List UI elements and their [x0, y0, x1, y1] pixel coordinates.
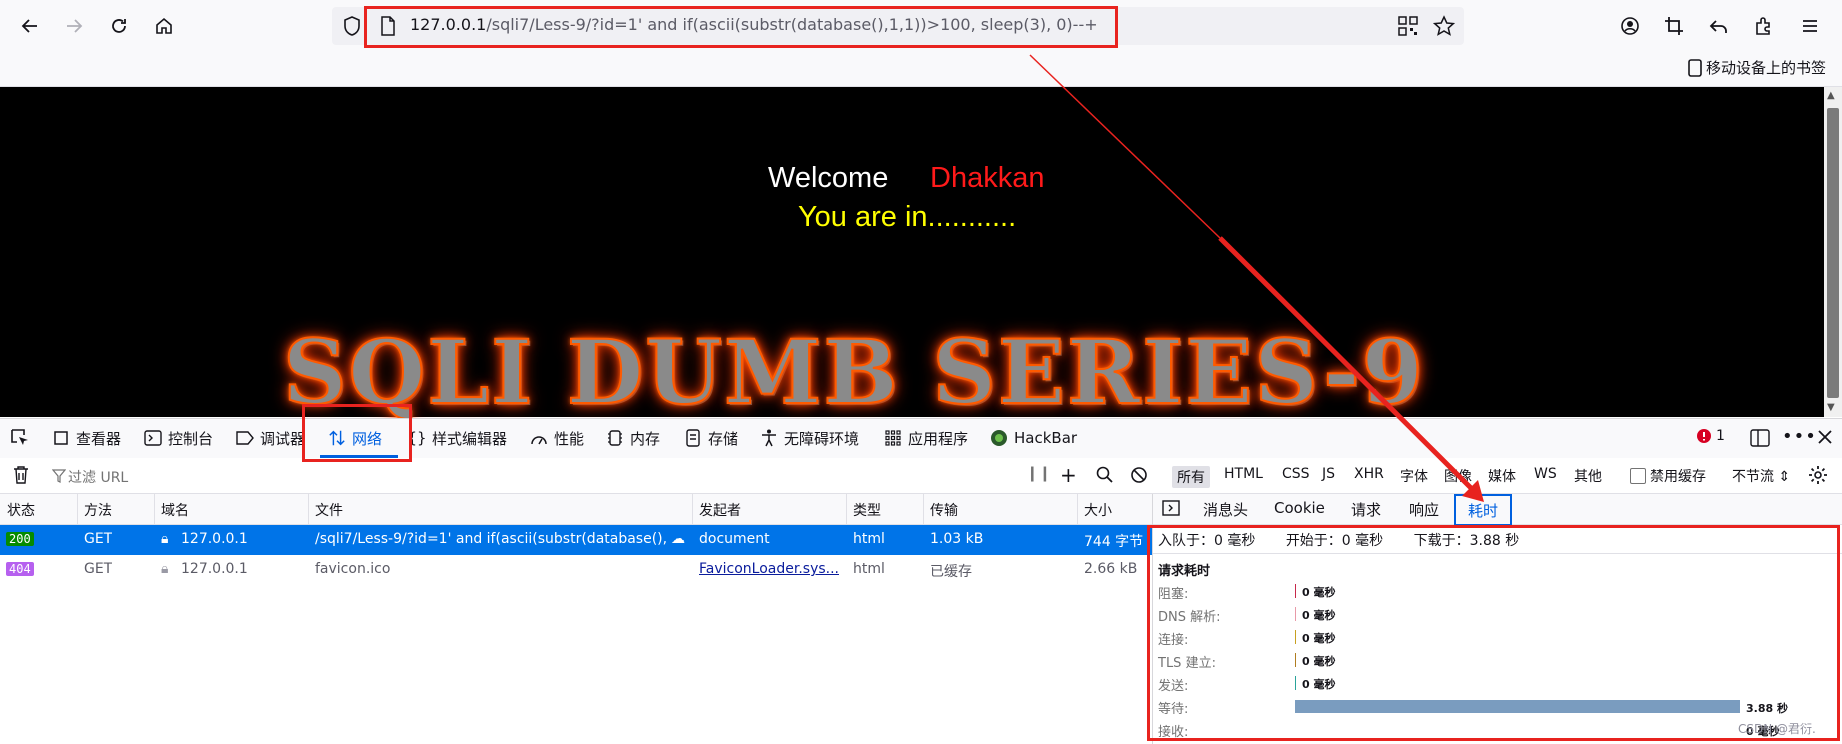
- annotation-arrow: [1029, 54, 1484, 502]
